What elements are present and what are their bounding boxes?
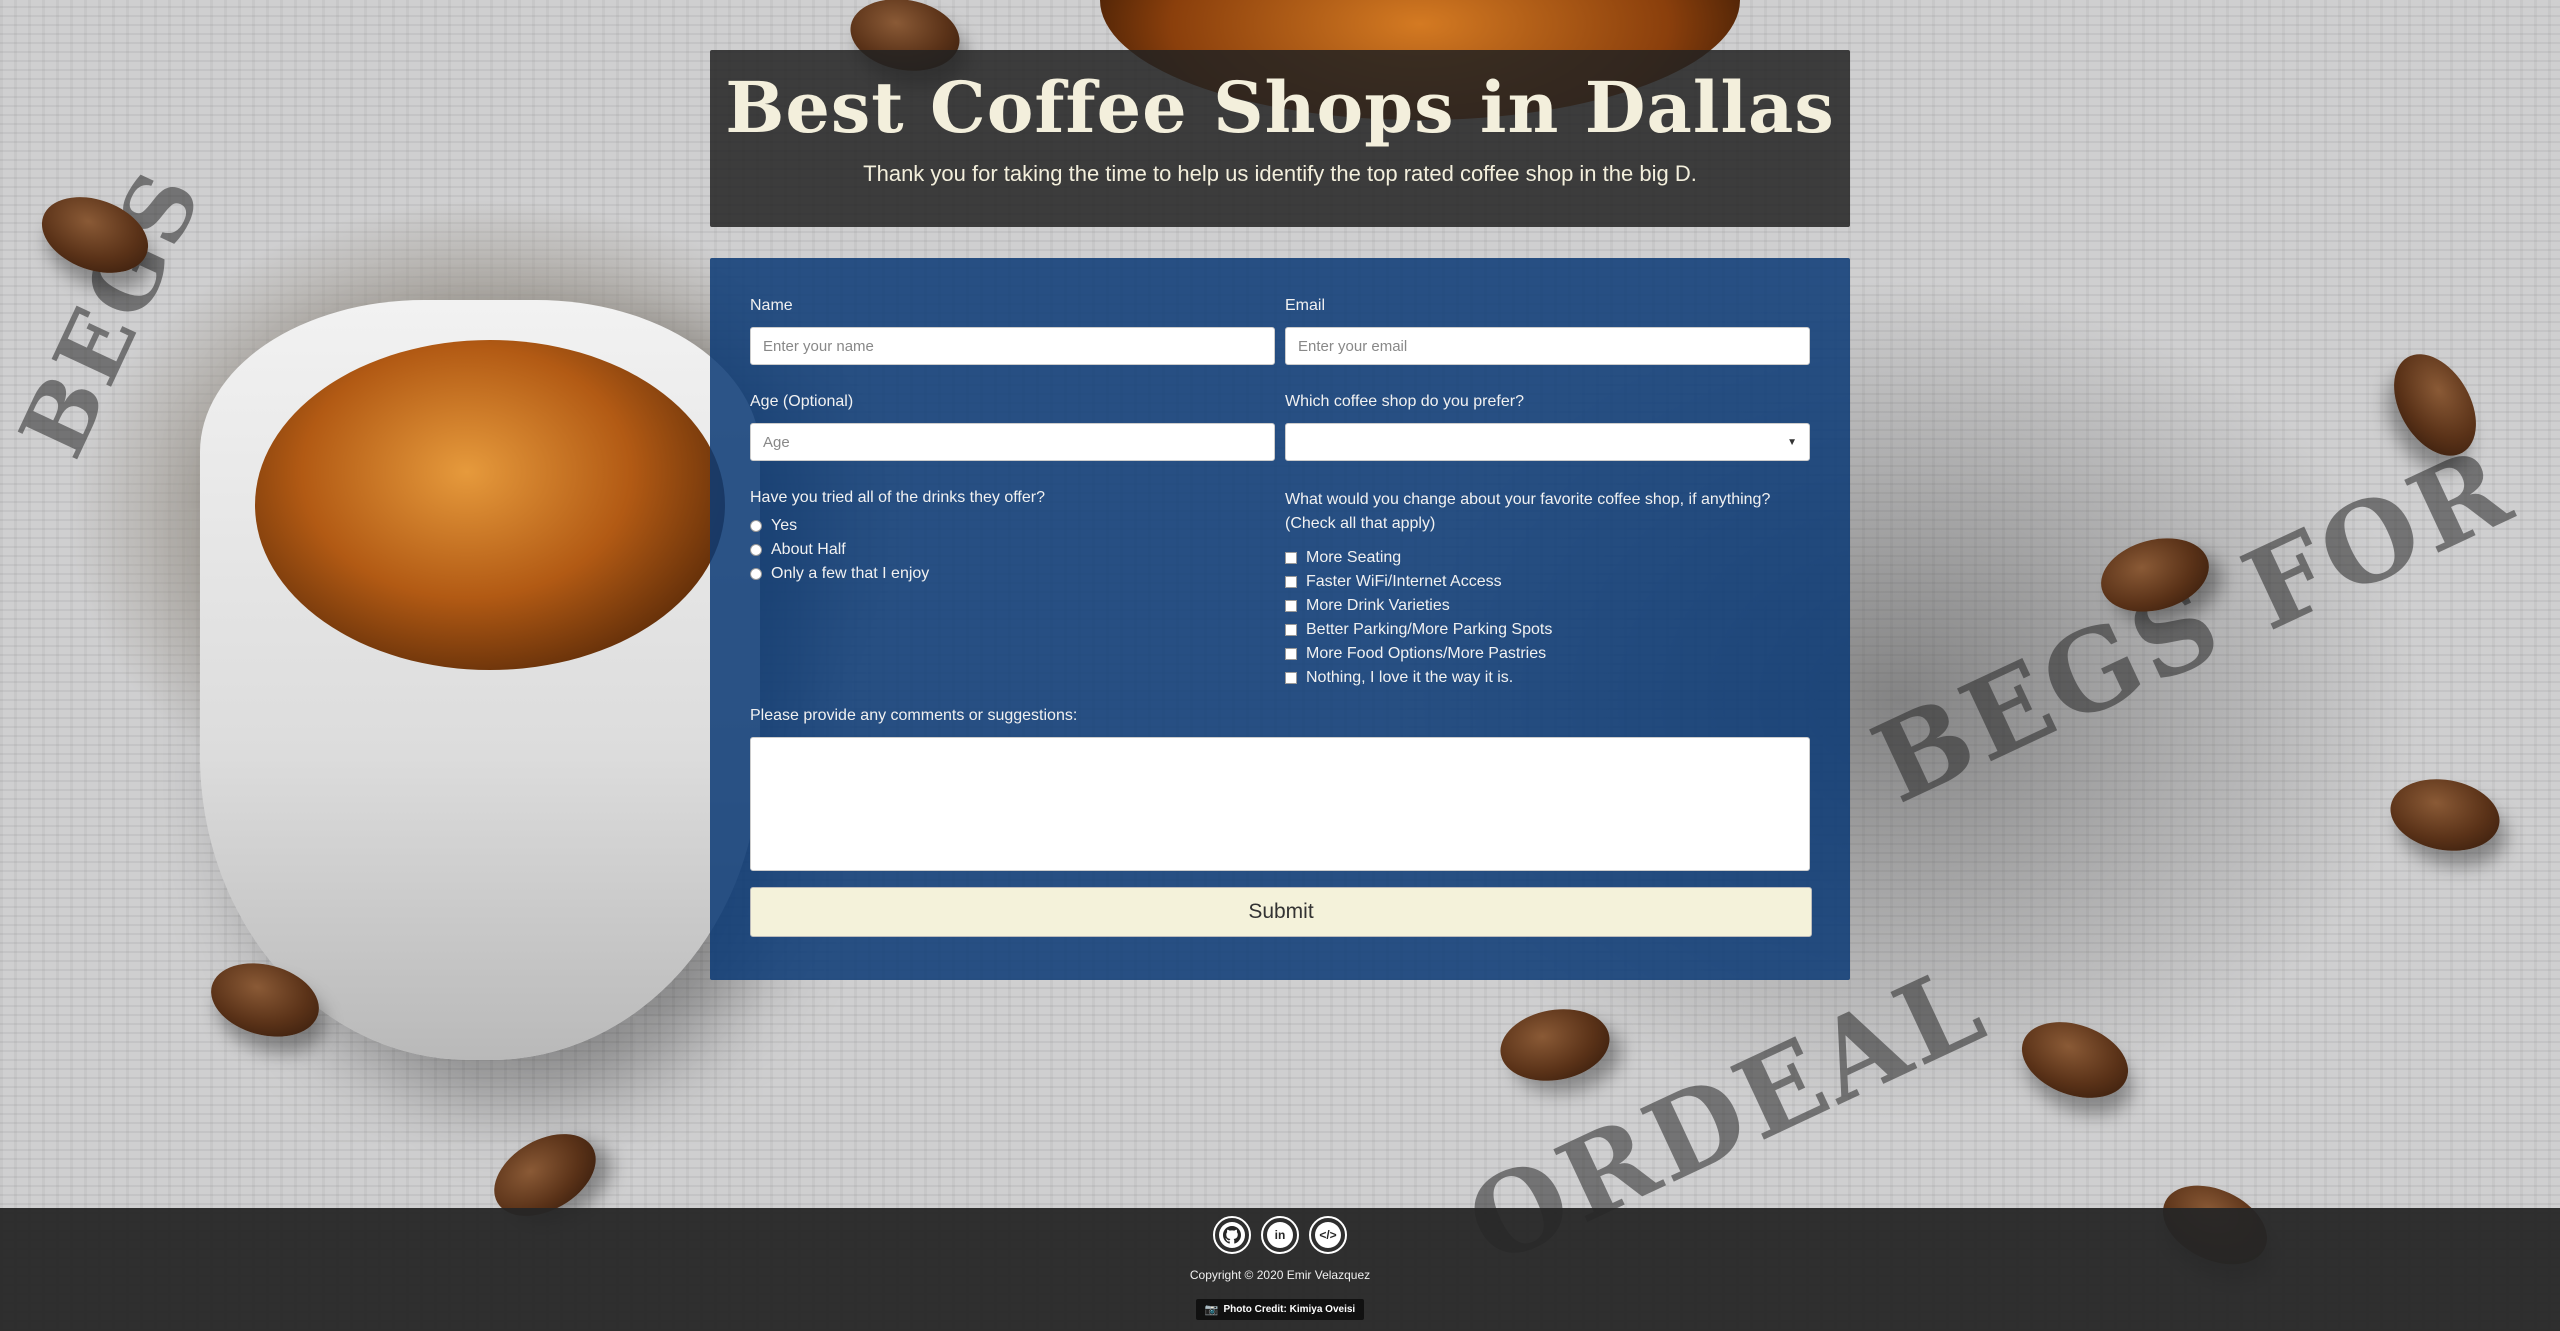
- name-input[interactable]: [750, 327, 1275, 365]
- checkbox[interactable]: [1285, 624, 1297, 636]
- checkbox[interactable]: [1285, 672, 1297, 684]
- newspaper-texture: BEGS FOR: [1854, 421, 2531, 828]
- page-subtitle: Thank you for taking the time to help us…: [863, 161, 1697, 186]
- camera-icon: 📷: [1204, 1304, 1219, 1316]
- checkbox-option-more-drinks[interactable]: More Drink Varieties: [1285, 594, 1810, 618]
- coffee-bean: [1494, 1000, 1616, 1090]
- coffee-surface-image: [255, 340, 725, 670]
- checkbox-label: More Seating: [1306, 549, 1402, 566]
- newspaper-texture: BEGS: [0, 153, 224, 473]
- radio-option-only-a-few[interactable]: Only a few that I enjoy: [750, 562, 1275, 586]
- survey-form: Name Email Age (Optional) Which coffee s…: [710, 258, 1850, 980]
- checkbox-label: More Drink Varieties: [1306, 597, 1450, 614]
- checkbox[interactable]: [1285, 600, 1297, 612]
- radio-button[interactable]: [750, 520, 762, 532]
- radio-label: Only a few that I enjoy: [771, 565, 930, 582]
- radio-label: About Half: [771, 541, 846, 558]
- radio-option-yes[interactable]: Yes: [750, 514, 1275, 538]
- github-link[interactable]: [1213, 1216, 1251, 1254]
- code-icon: </>: [1315, 1222, 1341, 1248]
- change-question-line1: What would you change about your favorit…: [1285, 491, 1771, 508]
- coffee-shop-select[interactable]: ▼: [1285, 423, 1810, 461]
- checkbox-option-nothing[interactable]: Nothing, I love it the way it is.: [1285, 666, 1810, 690]
- page-footer: in </> Copyright © 2020 Emir Velazquez 📷…: [0, 1208, 2560, 1331]
- change-question-label: What would you change about your favorit…: [1285, 488, 1810, 536]
- page-title: Best Coffee Shops in Dallas: [725, 66, 1835, 149]
- linkedin-icon: in: [1267, 1222, 1293, 1248]
- email-input[interactable]: [1285, 327, 1810, 365]
- checkbox-label: Nothing, I love it the way it is.: [1306, 669, 1514, 686]
- photo-credit-link[interactable]: 📷 Photo Credit: Kimiya Oveisi: [1195, 1299, 1365, 1320]
- email-label: Email: [1285, 297, 1326, 314]
- submit-button[interactable]: Submit: [750, 887, 1812, 937]
- name-label: Name: [750, 297, 793, 314]
- dropdown-arrow-icon: ▼: [1787, 436, 1797, 448]
- checkbox-label: More Food Options/More Pastries: [1306, 645, 1547, 662]
- age-input[interactable]: [750, 423, 1275, 461]
- comments-textarea[interactable]: [750, 737, 1810, 871]
- coffee-bean: [2384, 770, 2506, 860]
- checkbox[interactable]: [1285, 576, 1297, 588]
- checkbox-label: Faster WiFi/Internet Access: [1306, 573, 1502, 590]
- coffee-bean: [202, 951, 328, 1049]
- header-banner: Best Coffee Shops in Dallas Thank you fo…: [710, 50, 1850, 227]
- radio-label: Yes: [771, 517, 798, 534]
- linkedin-link[interactable]: in: [1261, 1216, 1299, 1254]
- copyright-text: Copyright © 2020 Emir Velazquez: [1189, 1268, 1371, 1282]
- checkbox-option-more-seating[interactable]: More Seating: [1285, 546, 1810, 570]
- radio-button[interactable]: [750, 544, 762, 556]
- drinks-question-label: Have you tried all of the drinks they of…: [750, 489, 1045, 506]
- coffee-bean: [31, 183, 159, 287]
- social-links: in </>: [0, 1208, 2560, 1254]
- coffee-bean: [2092, 526, 2218, 624]
- checkbox[interactable]: [1285, 648, 1297, 660]
- checkbox-option-better-parking[interactable]: Better Parking/More Parking Spots: [1285, 618, 1810, 642]
- radio-button[interactable]: [750, 568, 762, 580]
- comments-label: Please provide any comments or suggestio…: [750, 707, 1078, 724]
- checkbox-label: Better Parking/More Parking Spots: [1306, 621, 1553, 638]
- github-icon: [1219, 1222, 1245, 1248]
- change-question-line2: (Check all that apply): [1285, 515, 1436, 532]
- photo-credit-text: Photo Credit: Kimiya Oveisi: [1223, 1304, 1356, 1315]
- coffee-bean: [2377, 339, 2493, 471]
- age-label: Age (Optional): [750, 393, 854, 410]
- checkbox-option-more-food[interactable]: More Food Options/More Pastries: [1285, 642, 1810, 666]
- coffee-cup-left-image: [200, 300, 760, 1060]
- checkbox-option-faster-wifi[interactable]: Faster WiFi/Internet Access: [1285, 570, 1810, 594]
- checkbox[interactable]: [1285, 552, 1297, 564]
- radio-option-about-half[interactable]: About Half: [750, 538, 1275, 562]
- coffee-shop-label: Which coffee shop do you prefer?: [1285, 393, 1524, 410]
- coffee-bean: [2011, 1008, 2139, 1112]
- portfolio-link[interactable]: </>: [1309, 1216, 1347, 1254]
